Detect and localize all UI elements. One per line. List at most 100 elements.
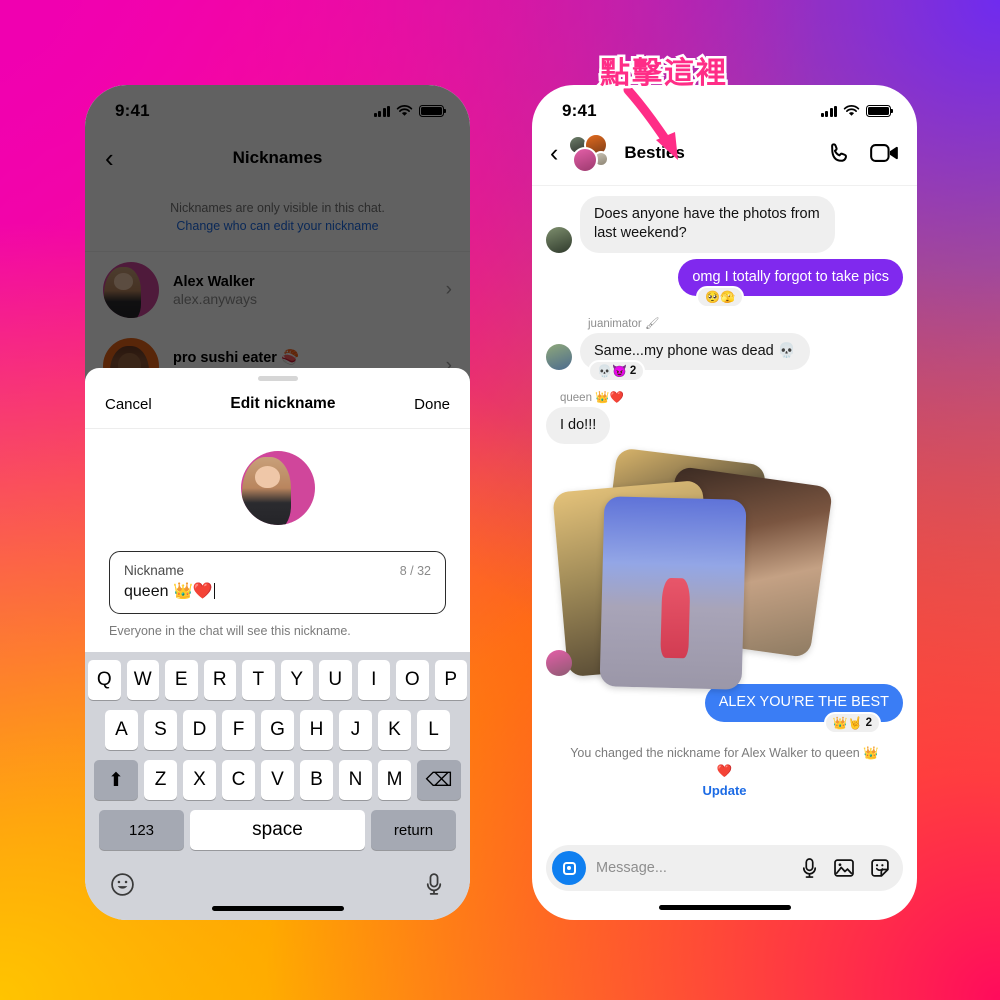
chat-screen: 9:41 ‹ Besties Does anyone have the phot… xyxy=(532,85,917,920)
key-g[interactable]: G xyxy=(261,710,294,750)
message-sender-label: queen 👑❤️ xyxy=(560,392,624,405)
emoji-icon[interactable] xyxy=(110,872,135,897)
microphone-icon[interactable] xyxy=(423,872,445,897)
status-time: 9:41 xyxy=(562,101,597,120)
phone-icon[interactable] xyxy=(827,141,852,166)
right-phone-mockup: 9:41 ‹ Besties Does anyone have the phot… xyxy=(532,85,917,920)
avatar xyxy=(546,226,572,253)
key-f[interactable]: F xyxy=(222,710,255,750)
shift-key[interactable]: ⬆ xyxy=(94,760,138,800)
done-button[interactable]: Done xyxy=(414,396,450,413)
person-name: pro sushi eater 🍣 xyxy=(173,350,300,367)
space-key[interactable]: space xyxy=(190,810,365,850)
edit-permission-link[interactable]: Change who can edit your nickname xyxy=(115,217,440,235)
reaction-emojis: 🥺🫣 xyxy=(705,289,735,304)
nicknames-screen: 9:41 ‹ Nicknames Nicknames are only visi… xyxy=(85,85,470,920)
update-link[interactable]: Update xyxy=(546,783,903,798)
composer-actions xyxy=(800,857,891,880)
message-composer[interactable]: Message... xyxy=(546,845,903,891)
person-handle: alex.anyways xyxy=(173,290,258,307)
key-d[interactable]: D xyxy=(183,710,216,750)
key-h[interactable]: H xyxy=(300,710,333,750)
list-item[interactable]: Alex Walker alex.anyways › xyxy=(85,252,470,328)
sheet-body: Nickname 8 / 32 queen 👑❤️ Everyone in th… xyxy=(85,429,470,652)
nickname-input[interactable]: Nickname 8 / 32 queen 👑❤️ xyxy=(109,551,446,614)
status-time: 9:41 xyxy=(115,101,150,120)
video-camera-icon[interactable] xyxy=(870,142,899,164)
message-input[interactable]: Message... xyxy=(596,860,790,876)
message-bubble[interactable]: Does anyone have the photos from last we… xyxy=(580,196,835,253)
edit-nickname-sheet: Cancel Edit nickname Done Nickname 8 / 3… xyxy=(85,368,470,920)
reaction-emojis: 👑🤘 xyxy=(832,715,863,730)
keyboard-row-4: 123 space return xyxy=(88,810,467,850)
list-item-text: Alex Walker alex.anyways xyxy=(173,274,432,307)
backspace-key[interactable]: ⌫ xyxy=(417,760,461,800)
key-p[interactable]: P xyxy=(434,660,467,700)
notice-text: Nicknames are only visible in this chat. xyxy=(170,201,385,215)
return-key[interactable]: return xyxy=(371,810,456,850)
camera-icon[interactable] xyxy=(552,851,586,885)
key-u[interactable]: U xyxy=(319,660,352,700)
back-button[interactable]: ‹ xyxy=(550,140,558,166)
message-row-incoming: Does anyone have the photos from last we… xyxy=(546,196,903,253)
key-v[interactable]: V xyxy=(261,760,294,800)
numbers-key[interactable]: 123 xyxy=(99,810,184,850)
annotation-label: 點擊這裡 xyxy=(598,54,729,94)
status-bar: 9:41 xyxy=(85,85,470,129)
key-o[interactable]: O xyxy=(396,660,429,700)
key-z[interactable]: Z xyxy=(144,760,177,800)
reaction-badge[interactable]: 💀😈 2 xyxy=(588,360,646,383)
chat-header-actions xyxy=(827,141,899,166)
key-b[interactable]: B xyxy=(300,760,333,800)
key-n[interactable]: N xyxy=(339,760,372,800)
key-c[interactable]: C xyxy=(222,760,255,800)
photo-thumbnail xyxy=(599,496,747,691)
microphone-icon[interactable] xyxy=(800,857,819,880)
reaction-count: 2 xyxy=(865,716,872,729)
home-indicator xyxy=(211,906,344,911)
chevron-right-icon: › xyxy=(445,279,452,301)
key-r[interactable]: R xyxy=(203,660,236,700)
battery-icon xyxy=(866,105,894,117)
avatar xyxy=(546,344,572,371)
left-phone-mockup: 9:41 ‹ Nicknames Nicknames are only visi… xyxy=(85,85,470,920)
reaction-badge[interactable]: 🥺🫣 xyxy=(696,285,744,308)
reaction-emojis: 💀😈 xyxy=(597,364,627,379)
key-l[interactable]: L xyxy=(417,710,450,750)
keyboard-row-2: A S D F G H J K L xyxy=(88,710,467,750)
photo-stack-attachment[interactable] xyxy=(546,447,903,691)
nickname-input-value: queen 👑❤️ xyxy=(124,581,431,601)
key-t[interactable]: T xyxy=(242,660,275,700)
image-icon[interactable] xyxy=(833,857,855,879)
message-bubble[interactable]: I do!!! xyxy=(546,407,611,445)
key-x[interactable]: X xyxy=(183,760,216,800)
key-s[interactable]: S xyxy=(144,710,177,750)
key-q[interactable]: Q xyxy=(88,660,121,700)
cancel-button[interactable]: Cancel xyxy=(105,396,152,413)
group-avatar-cluster[interactable] xyxy=(568,133,614,173)
key-e[interactable]: E xyxy=(165,660,198,700)
sheet-header: Cancel Edit nickname Done xyxy=(85,381,470,429)
keyboard-row-1: Q W E R T Y U I O P xyxy=(88,660,467,700)
avatar xyxy=(240,451,315,525)
text-caret xyxy=(213,583,216,599)
system-message: You changed the nickname for Alex Walker… xyxy=(570,745,879,779)
nickname-text: queen 👑❤️ xyxy=(124,583,213,600)
nickname-notice: Nicknames are only visible in this chat.… xyxy=(85,187,470,253)
keyboard-bottom-bar xyxy=(88,860,467,906)
key-w[interactable]: W xyxy=(126,660,159,700)
reaction-badge[interactable]: 👑🤘 2 xyxy=(823,711,881,734)
key-i[interactable]: I xyxy=(357,660,390,700)
key-y[interactable]: Y xyxy=(280,660,313,700)
nickname-helper-text: Everyone in the chat will see this nickn… xyxy=(109,624,351,638)
key-m[interactable]: M xyxy=(378,760,411,800)
cellular-icon xyxy=(373,105,390,117)
avatar xyxy=(572,147,599,173)
sticker-icon[interactable] xyxy=(869,857,891,879)
key-k[interactable]: K xyxy=(378,710,411,750)
key-a[interactable]: A xyxy=(105,710,138,750)
avatar xyxy=(103,262,159,319)
key-j[interactable]: J xyxy=(339,710,372,750)
message-row-incoming: I do!!! xyxy=(546,407,903,445)
message-list[interactable]: Does anyone have the photos from last we… xyxy=(532,186,917,831)
